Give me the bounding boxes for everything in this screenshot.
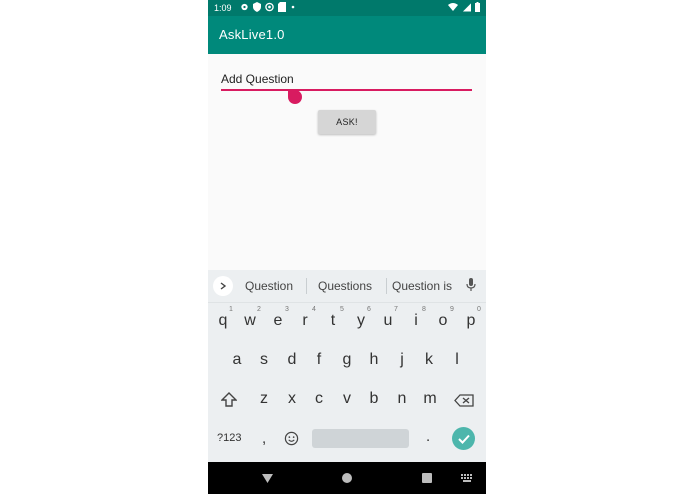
sd-card-icon — [278, 2, 286, 12]
key-hint: 9 — [450, 306, 454, 313]
key-k[interactable]: k — [416, 351, 442, 369]
suggestion-2[interactable]: Questions — [318, 279, 372, 293]
status-time: 1:09 — [214, 3, 232, 13]
key-m[interactable]: m — [417, 390, 443, 408]
phone-screen: 1:09 AskLive1.0 Add Question ASK! Questi… — [208, 0, 486, 494]
app-bar: AskLive1.0 — [208, 16, 486, 54]
signal-icon — [462, 3, 471, 12]
key-l[interactable]: l — [444, 351, 470, 369]
app-title: AskLive1.0 — [219, 27, 285, 42]
key-hint: 8 — [422, 306, 426, 313]
suggestion-1[interactable]: Question — [245, 279, 293, 293]
question-input[interactable]: Add Question — [221, 72, 472, 90]
key-p[interactable]: p — [458, 312, 484, 330]
checkmark-icon — [457, 434, 470, 444]
keyboard-switch-icon[interactable] — [460, 473, 474, 483]
key-hint: 3 — [285, 306, 289, 313]
home-icon[interactable] — [342, 473, 352, 483]
suggestion-divider — [306, 278, 307, 294]
soft-keyboard: Question Questions Question is q 1 w 2 e… — [208, 270, 486, 462]
battery-icon — [475, 2, 480, 12]
key-d[interactable]: d — [279, 351, 305, 369]
key-comma[interactable]: , — [262, 430, 266, 447]
key-i[interactable]: i — [403, 312, 429, 330]
key-y[interactable]: y — [348, 312, 374, 330]
key-h[interactable]: h — [361, 351, 387, 369]
key-c[interactable]: c — [306, 390, 332, 408]
key-hint: 7 — [394, 306, 398, 313]
dot-icon — [291, 5, 295, 9]
back-icon[interactable] — [262, 473, 273, 483]
key-r[interactable]: r — [292, 312, 318, 330]
status-icons-left — [240, 2, 296, 12]
key-j[interactable]: j — [389, 351, 415, 369]
wifi-icon — [448, 3, 458, 11]
status-icons-right — [448, 2, 480, 12]
key-b[interactable]: b — [361, 390, 387, 408]
key-t[interactable]: t — [320, 312, 346, 330]
suggestion-divider — [386, 278, 387, 294]
suggestion-bar: Question Questions Question is — [208, 270, 486, 303]
symbols-key[interactable]: ?123 — [217, 432, 241, 444]
expand-toolbar-button[interactable] — [213, 276, 233, 296]
suggestion-3[interactable]: Question is — [392, 279, 452, 293]
enter-button[interactable] — [452, 427, 475, 450]
recents-icon[interactable] — [422, 473, 432, 483]
key-a[interactable]: a — [224, 351, 250, 369]
input-underline — [221, 89, 472, 91]
key-q[interactable]: q — [210, 312, 236, 330]
settings-icon — [241, 3, 248, 11]
shield-icon — [253, 2, 261, 12]
key-hint: 4 — [312, 306, 316, 313]
key-hint: 2 — [257, 306, 261, 313]
shift-icon[interactable] — [221, 392, 237, 408]
key-w[interactable]: w — [237, 312, 263, 330]
main-content: Add Question ASK! — [208, 54, 486, 270]
key-o[interactable]: o — [430, 312, 456, 330]
key-e[interactable]: e — [265, 312, 291, 330]
space-bar[interactable] — [312, 429, 409, 448]
key-period[interactable]: . — [426, 428, 430, 445]
microphone-icon[interactable] — [466, 278, 476, 292]
key-n[interactable]: n — [389, 390, 415, 408]
key-hint: 1 — [229, 306, 233, 313]
sync-icon — [265, 2, 274, 12]
key-s[interactable]: s — [251, 351, 277, 369]
key-hint: 0 — [477, 306, 481, 313]
ask-button[interactable]: ASK! — [318, 110, 376, 134]
navigation-bar — [208, 462, 486, 494]
key-g[interactable]: g — [334, 351, 360, 369]
key-hint: 5 — [340, 306, 344, 313]
status-bar: 1:09 — [208, 0, 486, 16]
key-hint: 6 — [367, 306, 371, 313]
emoji-icon[interactable] — [284, 431, 299, 446]
key-u[interactable]: u — [375, 312, 401, 330]
chevron-right-icon — [220, 282, 227, 290]
text-cursor-handle[interactable] — [288, 90, 302, 104]
key-v[interactable]: v — [334, 390, 360, 408]
key-z[interactable]: z — [251, 390, 277, 408]
key-x[interactable]: x — [279, 390, 305, 408]
backspace-icon[interactable] — [454, 394, 474, 407]
key-f[interactable]: f — [306, 351, 332, 369]
